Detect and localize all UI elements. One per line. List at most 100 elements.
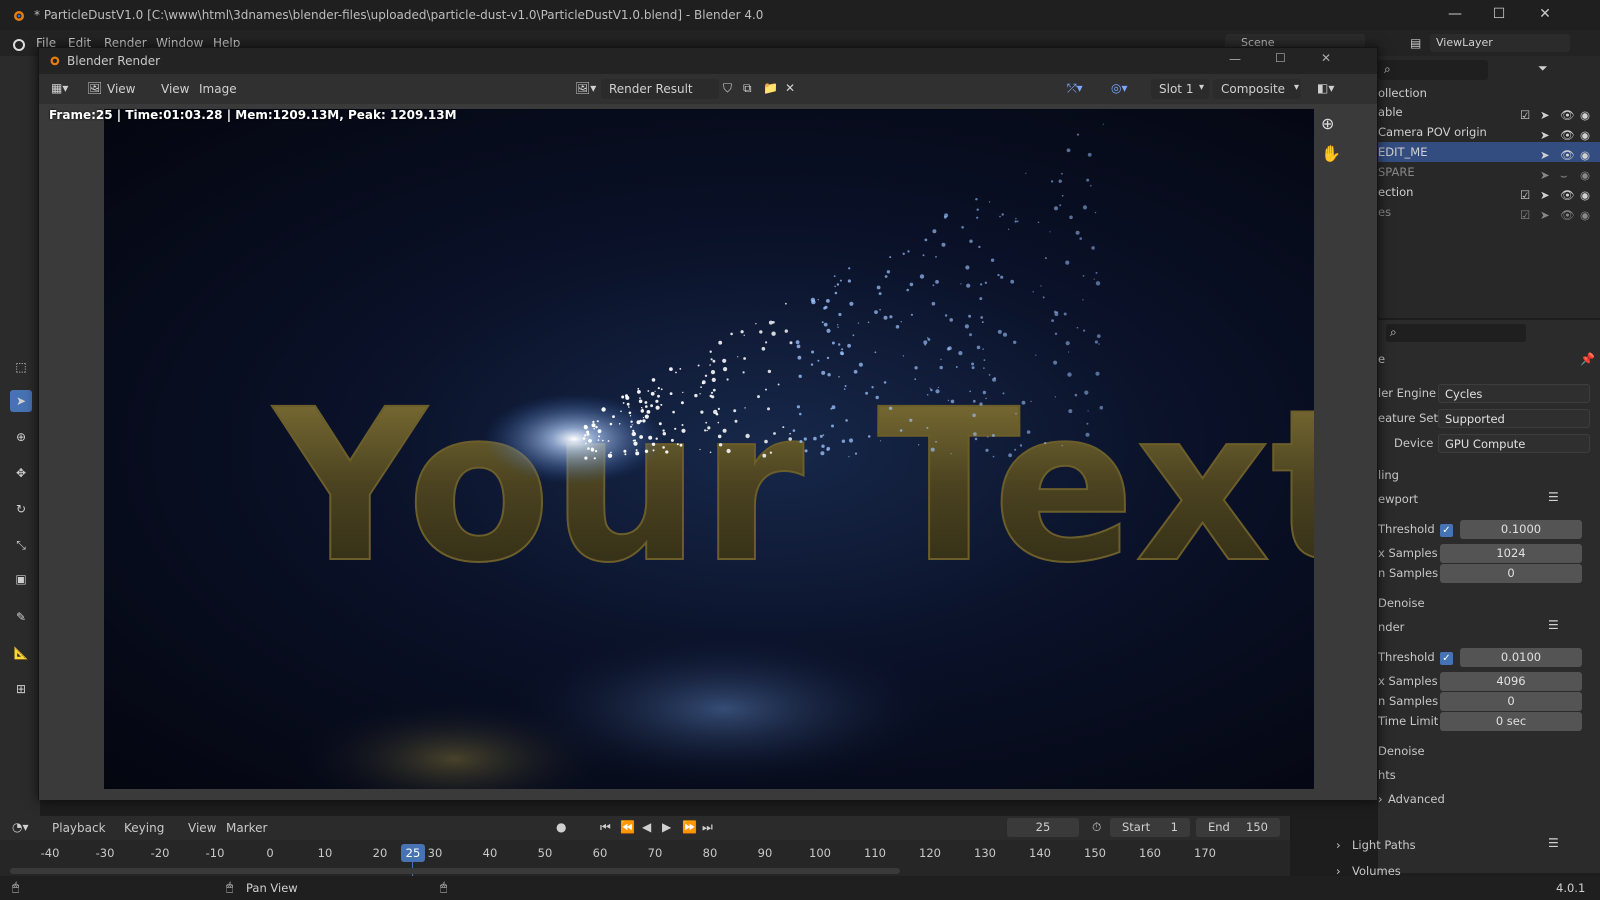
checkbox-icon[interactable]: ☑ [1520,105,1534,122]
outliner-row[interactable]: Camera POV origin ➤ 👁 ◉ [1378,122,1600,142]
menu-image[interactable]: Image [199,82,237,96]
timeline-ruler[interactable]: -40 -30 -20 -10 0 10 20 30 40 50 60 70 80 90 100 110 120… [0,840,1290,876]
overlay-icon[interactable]: ◎▾ [1111,81,1128,95]
r-threshold-field[interactable]: 0.0100 [1460,648,1582,667]
unlink-x-icon[interactable]: ✕ [785,81,795,95]
camera-icon[interactable]: ◉ [1580,185,1594,202]
camera-icon[interactable]: ◉ [1580,145,1594,162]
timeline-scrollbar[interactable] [10,868,900,874]
transform-tool-icon[interactable]: ▣ [10,568,32,590]
vp-denoise-label[interactable]: Denoise [1378,596,1425,610]
checkbox-icon[interactable]: ☑ [1520,185,1534,202]
record-icon[interactable]: ● [556,820,566,834]
scale-tool-icon[interactable]: ⤡ [10,534,32,556]
vp-threshold-field[interactable]: 0.1000 [1460,520,1582,539]
properties-search[interactable] [1386,324,1526,342]
annotate-tool-icon[interactable]: ✎ [10,606,32,628]
select-arrow-icon[interactable]: ➤ [1540,205,1554,222]
playhead-frame[interactable]: 25 [401,844,425,862]
select-arrow-icon[interactable]: ➤ [1540,105,1554,122]
start-frame-field[interactable]: Start 1 [1110,818,1190,837]
measure-tool-icon[interactable]: 📐 [10,642,32,664]
blender-menu-icon[interactable] [10,36,26,52]
maximize-icon[interactable]: ☐ [1484,6,1514,22]
menu-playback[interactable]: Playback [52,821,106,835]
eye-closed-icon[interactable]: ⌣ [1560,165,1574,182]
menu-marker[interactable]: Marker [226,821,267,835]
camera-icon[interactable]: ◉ [1580,105,1594,122]
menu-view[interactable]: View [188,821,216,835]
zoom-icon[interactable]: ⊕ [1321,114,1334,133]
prev-keyframe-icon[interactable]: ⏪ [620,820,635,834]
image-name-field[interactable]: Render Result [601,79,719,99]
pass-dropdown[interactable]: Composite [1213,79,1301,99]
outliner-row[interactable]: es ☑ ➤ 👁 ◉ [1378,202,1600,222]
lights-label[interactable]: hts [1378,768,1396,782]
play-icon[interactable]: ▶ [662,820,671,834]
menu-view[interactable]: View [161,82,189,96]
current-frame-field[interactable]: 25 [1007,818,1079,837]
filter-icon[interactable]: ⏷ [1538,61,1548,76]
minimize-icon[interactable]: — [1440,6,1470,22]
sample-tool-icon[interactable]: ⤱▾ [1067,81,1083,96]
advanced-label[interactable]: Advanced [1388,792,1445,806]
viewlayer-selector[interactable]: ViewLayer [1430,34,1570,52]
vp-max-samples-field[interactable]: 1024 [1440,544,1582,563]
vp-min-samples-field[interactable]: 0 [1440,564,1582,583]
rotate-tool-icon[interactable]: ↻ [10,498,32,520]
select-arrow-icon[interactable]: ➤ [1540,145,1554,162]
select-arrow-icon[interactable]: ➤ [1540,165,1554,182]
vp-threshold-checkbox[interactable]: ✓ [1440,524,1453,537]
jump-end-icon[interactable]: ⏭ [702,820,713,835]
viewport-label[interactable]: ewport [1378,492,1418,506]
list-icon[interactable]: ☰ [1548,836,1559,850]
fake-user-shield-icon[interactable]: ⛉ [723,81,732,96]
minimize-icon[interactable]: — [1229,52,1241,66]
move-tool-icon[interactable]: ✥ [10,462,32,484]
play-reverse-icon[interactable]: ◀ [642,820,651,834]
outliner-row[interactable]: able ☑ ➤ 👁 ◉ [1378,102,1600,122]
outliner-row[interactable]: ection ☑ ➤ 👁 ◉ [1378,182,1600,202]
menu-view-mode[interactable]: View [107,82,135,96]
pin-icon[interactable]: 📌 [1580,352,1595,366]
r-threshold-checkbox[interactable]: ✓ [1440,652,1453,665]
editor-type-icon[interactable]: ◔▾ [12,820,29,834]
outliner-search[interactable] [1378,60,1488,80]
camera-icon[interactable]: ◉ [1580,165,1594,182]
select-box-tool-icon[interactable]: ⬚ [10,356,32,378]
maximize-icon[interactable]: ☐ [1275,51,1286,65]
select-arrow-icon[interactable]: ➤ [1540,125,1554,142]
eye-icon[interactable]: 👁 [1560,205,1575,222]
cursor-select-tool-icon[interactable]: ➤ [10,390,32,412]
clock-icon[interactable]: ⏱ [1092,820,1101,835]
eye-icon[interactable]: 👁 [1560,105,1575,122]
device-dropdown[interactable]: GPU Compute [1438,434,1590,453]
render-label[interactable]: nder [1378,620,1404,634]
close-icon[interactable]: ✕ [1530,6,1560,22]
cursor-tool-icon[interactable]: ⊕ [10,426,32,448]
outliner-row[interactable]: SPARE ➤ ⌣ ◉ [1378,162,1600,182]
sampling-label[interactable]: ling [1378,468,1399,482]
view-mode-icon[interactable]: 🖼 [87,81,102,95]
render-canvas-area[interactable]: Your Text Frame:25 | Time:01:03.28 | Mem… [39,104,1377,800]
menu-keying[interactable]: Keying [124,821,164,835]
end-frame-field[interactable]: End 150 [1196,818,1280,837]
list-icon[interactable]: ☰ [1548,618,1559,632]
render-engine-dropdown[interactable]: Cycles [1438,384,1590,403]
image-browse-icon[interactable]: 🖼▾ [575,81,596,95]
display-channels-icon[interactable]: ◧▾ [1317,81,1334,95]
feature-set-dropdown[interactable]: Supported [1438,409,1590,428]
advanced-chevron-icon[interactable]: › [1378,792,1383,806]
jump-start-icon[interactable]: ⏮ [600,820,611,835]
editor-type-icon[interactable]: ▦▾ [51,81,68,95]
list-icon[interactable]: ☰ [1548,490,1559,504]
light-paths-chevron-icon[interactable]: › [1336,838,1341,852]
eye-icon[interactable]: 👁 [1560,125,1575,142]
r-max-samples-field[interactable]: 4096 [1440,672,1582,691]
new-image-icon[interactable]: ⧉ [743,81,752,96]
camera-icon[interactable]: ◉ [1580,125,1594,142]
add-cube-tool-icon[interactable]: ⊞ [10,678,32,700]
camera-icon[interactable]: ◉ [1580,205,1594,222]
open-folder-icon[interactable]: 📁 [763,81,778,95]
light-paths-label[interactable]: Light Paths [1352,838,1416,852]
